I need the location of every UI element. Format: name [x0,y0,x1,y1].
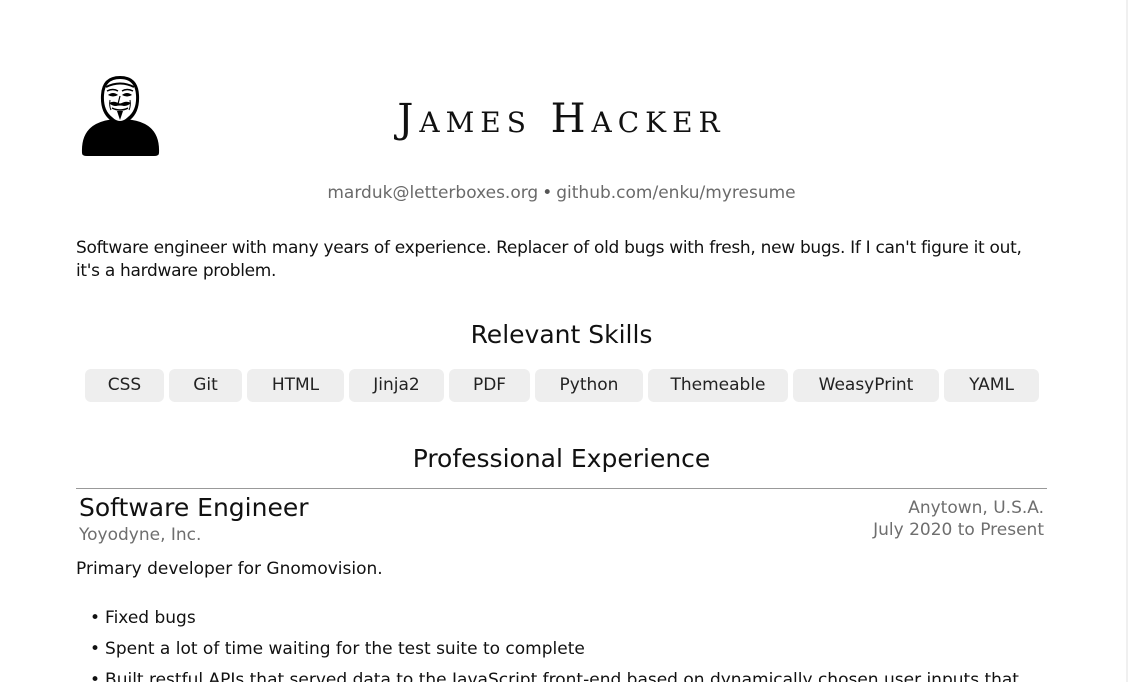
list-item: Built restful APIs that served data to t… [90,668,1047,682]
skill-chip: YAML [944,369,1039,402]
section-divider [76,488,1047,489]
website-link[interactable]: github.com/enku/myresume [556,183,795,203]
job-bullet-list: Fixed bugs Spent a lot of time waiting f… [90,606,1047,682]
experience-section-title: Professional Experience [412,444,711,473]
summary-paragraph: Software engineer with many years of exp… [76,238,1022,281]
skill-chip: CSS [85,369,164,402]
skills-section-title: Relevant Skills [470,320,653,349]
candidate-name: James Hacker [397,96,726,142]
list-item: Spent a lot of time waiting for the test… [90,637,1047,668]
email-link[interactable]: marduk@letterboxes.org [327,183,538,203]
job-company: Yoyodyne, Inc. [79,525,202,545]
job-dates: July 2020 to Present [873,520,1044,540]
skill-chip: Themeable [648,369,788,402]
job-description: Primary developer for Gnomovision. [76,559,383,579]
contact-line: marduk@letterboxes.org • github.com/enku/m… [76,181,1047,205]
contact-separator: • [542,183,553,203]
skill-chip: Jinja2 [349,369,444,402]
skill-chip: WeasyPrint [793,369,939,402]
skill-chip: HTML [247,369,344,402]
job-title: Software Engineer [79,493,309,522]
job-location: Anytown, U.S.A. [908,498,1044,518]
skill-chip: PDF [449,369,530,402]
skill-chip: Git [169,369,242,402]
skills-list: CSS Git HTML Jinja2 PDF Python Themeable… [85,369,1039,402]
skill-chip: Python [535,369,643,402]
list-item: Fixed bugs [90,606,1047,637]
